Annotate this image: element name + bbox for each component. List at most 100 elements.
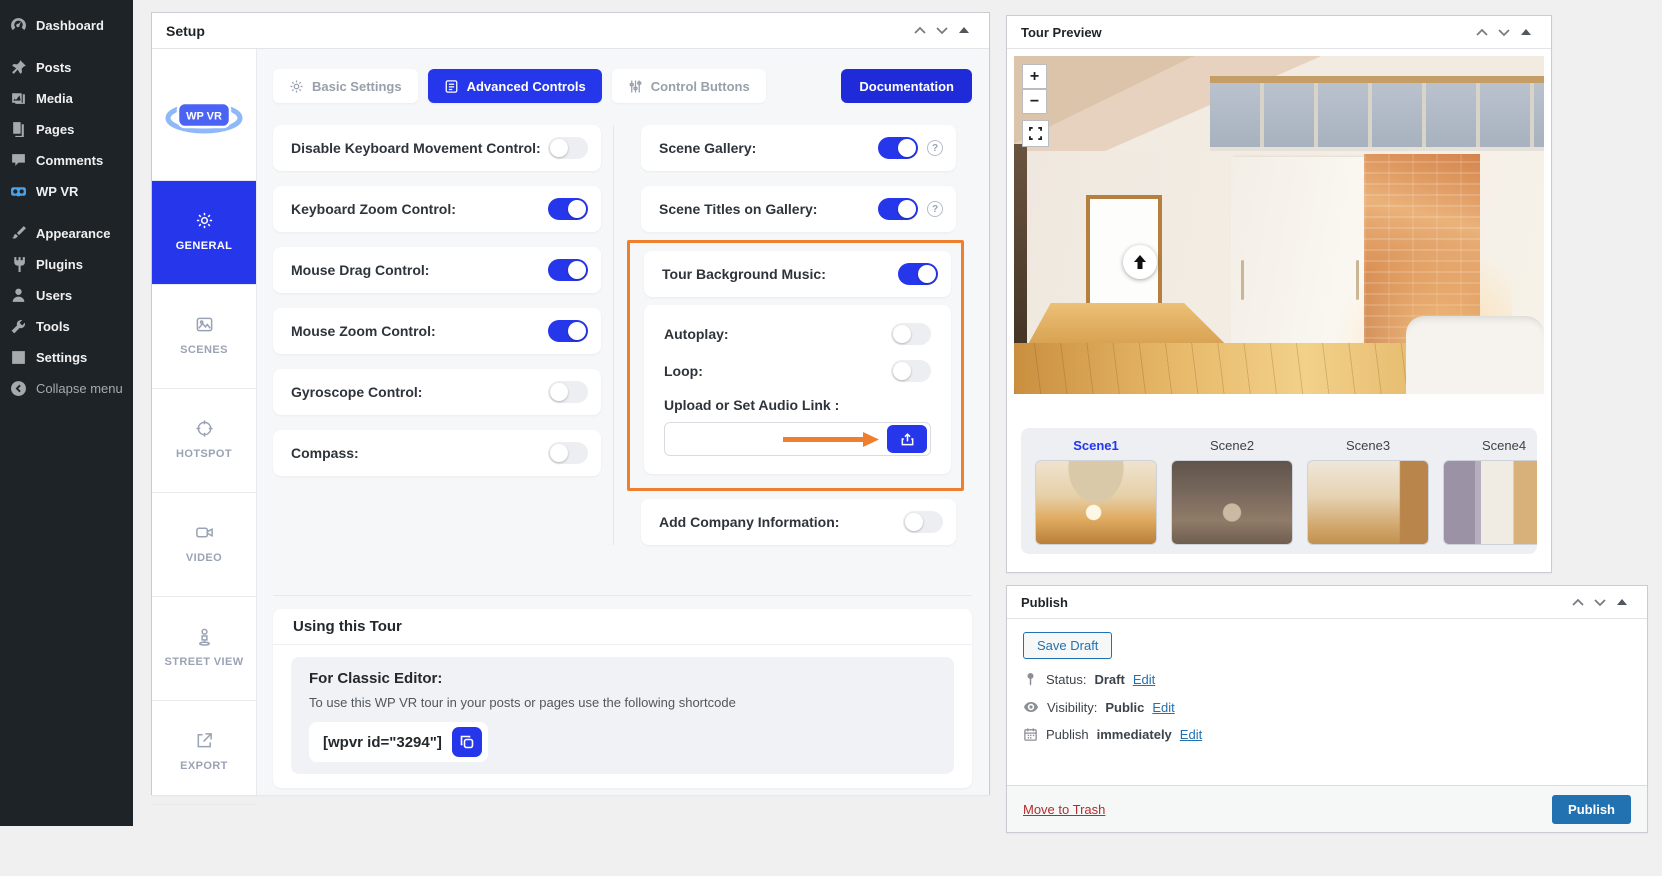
control-row-mouse-zoom: Mouse Zoom Control: (273, 308, 601, 354)
move-up-icon[interactable] (1567, 591, 1589, 613)
help-icon[interactable]: ? (927, 201, 943, 217)
edit-visibility-link[interactable]: Edit (1152, 700, 1174, 715)
sidebar-item-posts[interactable]: Posts (0, 52, 133, 83)
glass-balustrade-decoration (1210, 76, 1544, 151)
toggle-compass[interactable] (548, 442, 588, 464)
dashboard-icon (11, 18, 26, 31)
collapse-toggle-icon[interactable] (1515, 21, 1537, 43)
scene-thumbnail[interactable] (1307, 460, 1429, 545)
move-down-icon[interactable] (931, 20, 953, 42)
upload-audio-button[interactable] (887, 425, 927, 453)
sidebar-item-users[interactable]: Users (0, 280, 133, 311)
scene-item-2[interactable]: Scene2 (1171, 438, 1293, 545)
scene-thumbnail[interactable] (1443, 460, 1537, 545)
tab-street-view[interactable]: STREET VIEW (152, 597, 256, 701)
scene-item-1[interactable]: Scene1 (1035, 438, 1157, 545)
tab-scenes[interactable]: SCENES (152, 285, 256, 389)
tour-preview-panel: Tour Preview + − Scene1 Scene2 Scene3 Sc… (1006, 15, 1552, 573)
shortcode-box: [wpvr id="3294"] (309, 722, 488, 762)
loop-label: Loop: (664, 363, 703, 379)
scene-item-3[interactable]: Scene3 (1307, 438, 1429, 545)
save-draft-button[interactable]: Save Draft (1023, 632, 1113, 659)
zoom-out-button[interactable]: − (1022, 89, 1047, 114)
toggle-autoplay[interactable] (891, 323, 931, 345)
sidebar-item-label: Dashboard (36, 18, 104, 33)
help-icon[interactable]: ? (927, 140, 943, 156)
sidebar-item-pages[interactable]: Pages (0, 114, 133, 145)
sidebar-collapse-menu[interactable]: Collapse menu (0, 373, 133, 404)
pushpin-icon (12, 60, 26, 74)
gear-icon (290, 80, 303, 92)
move-up-icon[interactable] (1471, 21, 1493, 43)
scene-item-4[interactable]: Scene4 (1443, 438, 1537, 545)
collapse-toggle-icon[interactable] (953, 20, 975, 42)
hotspot-marker[interactable] (1122, 245, 1157, 280)
toggle-keyboard-zoom[interactable] (548, 198, 588, 220)
move-down-icon[interactable] (1589, 591, 1611, 613)
copy-shortcode-button[interactable] (451, 727, 482, 757)
classic-editor-box: For Classic Editor: To use this WP VR to… (291, 657, 954, 774)
move-up-icon[interactable] (909, 20, 931, 42)
edit-schedule-link[interactable]: Edit (1180, 727, 1202, 742)
sidebar-item-label: Comments (36, 153, 104, 168)
sidebar-item-tools[interactable]: Tools (0, 311, 133, 342)
tab-export[interactable]: EXPORT (152, 701, 256, 805)
sidebar-item-settings[interactable]: Settings (0, 342, 133, 373)
tab-hotspot[interactable]: HOTSPOT (152, 389, 256, 493)
sidebar-item-comments[interactable]: Comments (0, 145, 133, 176)
autoplay-row: Autoplay: (664, 323, 931, 345)
upload-icon (901, 432, 913, 445)
documentation-button[interactable]: Documentation (841, 69, 972, 103)
move-to-trash-link[interactable]: Move to Trash (1023, 802, 1105, 817)
tab-advanced-controls[interactable]: Advanced Controls (427, 69, 602, 103)
sidebar-item-plugins[interactable]: Plugins (0, 249, 133, 280)
setup-side-nav: WP VR GENERAL SCENES HOTSPOT VIDEO STREE… (152, 49, 257, 805)
toggle-loop[interactable] (891, 360, 931, 382)
scene-list: Scene1 Scene2 Scene3 Scene4 (1035, 438, 1537, 545)
toggle-scene-gallery[interactable] (878, 137, 918, 159)
using-tour-body: For Classic Editor: To use this WP VR to… (273, 645, 972, 788)
panorama-viewer[interactable]: + − (1014, 56, 1544, 394)
publish-title: Publish (1021, 594, 1068, 610)
collapse-toggle-icon[interactable] (1611, 591, 1633, 613)
tab-general[interactable]: GENERAL (152, 181, 256, 285)
collapse-arrow-icon (11, 381, 26, 396)
sidebar-item-label: WP VR (36, 184, 79, 199)
sidebar-item-label: Tools (36, 319, 70, 334)
scene-thumbnail[interactable] (1035, 460, 1157, 545)
control-row-company-info: Add Company Information: (641, 499, 956, 545)
schedule-label: Publish (1046, 727, 1089, 742)
sidebar-item-dashboard[interactable]: Dashboard (0, 10, 133, 41)
tab-label: STREET VIEW (164, 655, 244, 668)
publish-button[interactable]: Publish (1552, 794, 1631, 824)
toggle-scene-titles[interactable] (878, 198, 918, 220)
fullscreen-button[interactable] (1022, 120, 1049, 147)
sidebar-item-media[interactable]: Media (0, 83, 133, 114)
move-down-icon[interactable] (1493, 21, 1515, 43)
calendar-icon (1024, 728, 1037, 741)
gear-icon (196, 212, 212, 228)
sidebar-item-wpvr[interactable]: WP VR (0, 176, 133, 207)
zoom-in-button[interactable]: + (1022, 64, 1047, 89)
sofa-decoration (1406, 316, 1544, 394)
toggle-company-information[interactable] (903, 511, 943, 533)
tab-video[interactable]: VIDEO (152, 493, 256, 597)
toggle-gyroscope[interactable] (548, 381, 588, 403)
brush-icon (12, 226, 26, 239)
toggle-mouse-drag[interactable] (548, 259, 588, 281)
edit-status-link[interactable]: Edit (1133, 672, 1155, 687)
scene-thumbnail[interactable] (1171, 460, 1293, 545)
toggle-tour-background-music[interactable] (898, 263, 938, 285)
fullscreen-icon (1029, 127, 1042, 140)
wpvr-logo-icon: WP VR (165, 101, 243, 133)
toggle-disable-keyboard-movement[interactable] (548, 137, 588, 159)
sidebar-item-label: Posts (36, 60, 72, 75)
control-label: Add Company Information: (659, 514, 840, 530)
publish-header: Publish (1007, 586, 1647, 619)
tab-control-buttons[interactable]: Control Buttons (611, 69, 766, 103)
toggle-mouse-zoom[interactable] (548, 320, 588, 342)
control-row-keyboard-zoom: Keyboard Zoom Control: (273, 186, 601, 232)
sidebar-item-appearance[interactable]: Appearance (0, 218, 133, 249)
tab-basic-settings[interactable]: Basic Settings (273, 69, 418, 103)
page: Dashboard Posts Media Pages Comments WP … (0, 0, 1662, 876)
